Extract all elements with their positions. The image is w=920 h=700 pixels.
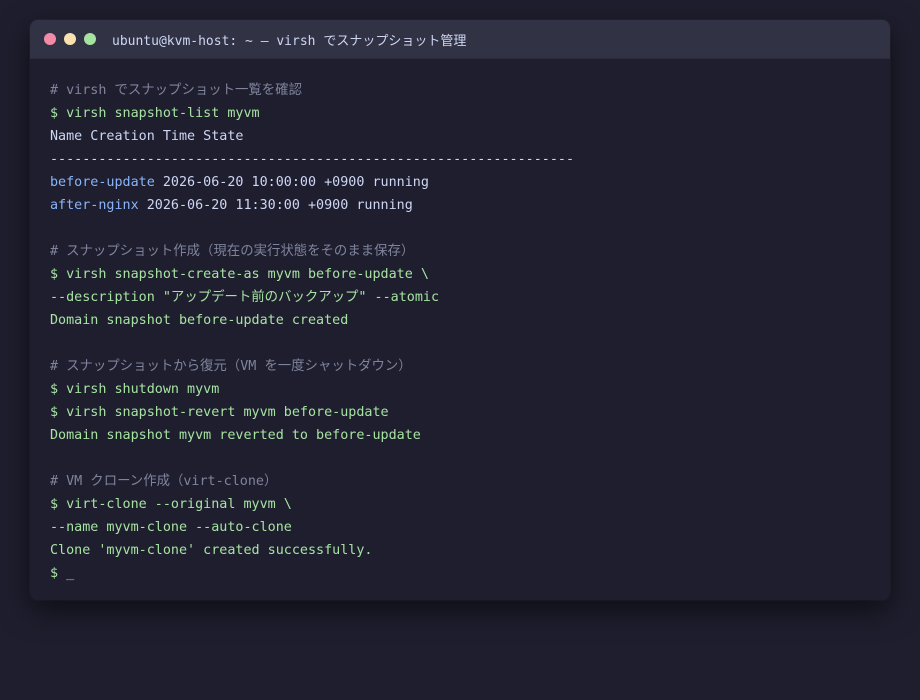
success-output-line: Domain snapshot myvm reverted to before-… (50, 428, 421, 443)
command-line: $ virsh shutdown myvm (50, 382, 220, 397)
maximize-dot-icon[interactable] (84, 33, 96, 45)
command-line: $ _ (50, 566, 75, 581)
snapshot-name: before-update (50, 175, 155, 190)
command-line: $ virsh snapshot-revert myvm before-upda… (50, 405, 389, 420)
comment-line: # スナップショット作成（現在の実行状態をそのまま保存） (50, 244, 415, 259)
terminal-window: ubuntu@kvm-host: ~ — virsh でスナップショット管理 #… (30, 20, 890, 600)
output-line: Name Creation Time State (50, 129, 244, 144)
success-output-line: Clone 'myvm-clone' created successfully. (50, 543, 373, 558)
command-line: --description "アップデート前のバックアップ" --atomic (50, 290, 440, 305)
window-title: ubuntu@kvm-host: ~ — virsh でスナップショット管理 (112, 33, 467, 49)
comment-line: # virsh でスナップショット一覧を確認 (50, 83, 302, 98)
snapshot-row: after-nginx 2026-06-20 11:30:00 +0900 ru… (50, 194, 870, 217)
comment-line: # VM クローン作成（virt-clone） (50, 474, 278, 489)
close-dot-icon[interactable] (44, 33, 56, 45)
snapshot-row: before-update 2026-06-20 10:00:00 +0900 … (50, 171, 870, 194)
title-bar: ubuntu@kvm-host: ~ — virsh でスナップショット管理 (30, 20, 890, 59)
command-line: $ virt-clone --original myvm \ (50, 497, 292, 512)
success-output-line: Domain snapshot before-update created (50, 313, 349, 328)
separator-line: ----------------------------------------… (50, 152, 575, 167)
comment-line: # スナップショットから復元（VM を一度シャットダウン） (50, 359, 412, 374)
snapshot-details: 2026-06-20 10:00:00 +0900 running (154, 175, 429, 190)
snapshot-name: after-nginx (50, 198, 139, 213)
command-line: $ virsh snapshot-list myvm (50, 106, 260, 121)
minimize-dot-icon[interactable] (64, 33, 76, 45)
command-line: --name myvm-clone --auto-clone (50, 520, 292, 535)
snapshot-details: 2026-06-20 11:30:00 +0900 running (138, 198, 413, 213)
terminal-output[interactable]: # virsh でスナップショット一覧を確認 $ virsh snapshot-l… (30, 59, 890, 585)
command-line: $ virsh snapshot-create-as myvm before-u… (50, 267, 429, 282)
